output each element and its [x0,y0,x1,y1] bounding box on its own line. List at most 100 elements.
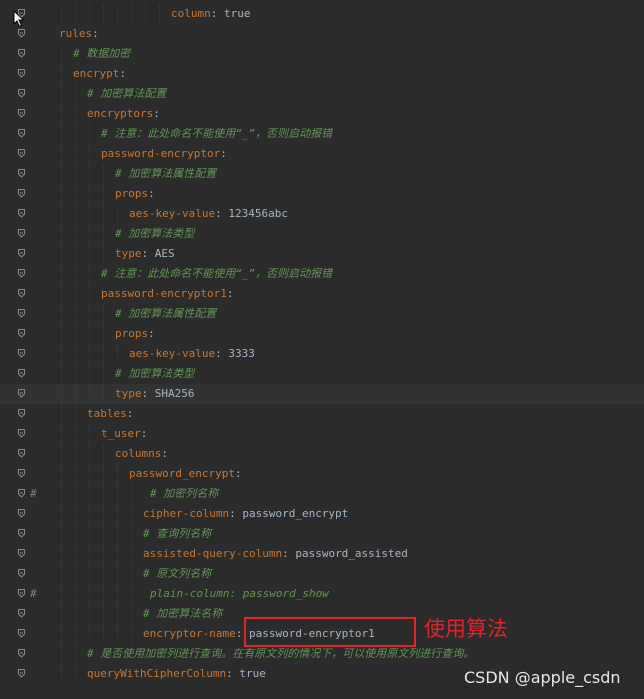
fold-marker-icon[interactable] [18,649,25,658]
code-line[interactable]: assisted-query-column: password_assisted [0,544,644,564]
yaml-comment: # 加密算法属性配置 [115,304,216,324]
indent-guide [89,364,91,384]
fold-marker-icon[interactable] [18,669,25,678]
fold-marker-icon[interactable] [18,169,25,178]
indent-guide [89,504,91,524]
code-line[interactable]: t_user: [0,424,644,444]
code-line[interactable]: props: [0,184,644,204]
indent-guide [75,124,77,144]
indent-guide [103,4,105,24]
code-line[interactable]: aes-key-value: 3333 [0,344,644,364]
fold-marker-icon[interactable] [18,109,25,118]
comment-text: # 加密算法属性配置 [115,167,217,180]
indent-guide [75,444,77,464]
fold-marker-icon[interactable] [18,409,25,418]
code-line[interactable]: # 原文列名称 [0,564,644,584]
fold-marker-icon[interactable] [18,549,25,558]
code-line[interactable]: encrypt: [0,64,644,84]
code-line[interactable]: cipher-column: password_encrypt [0,504,644,524]
yaml-comment: # 加密算法配置 [87,84,166,104]
fold-marker-icon[interactable] [18,329,25,338]
fold-marker-icon[interactable] [18,489,25,498]
code-line[interactable]: # 加密算法配置 [0,84,644,104]
code-line[interactable]: password-encryptor: [0,144,644,164]
fold-marker-icon[interactable] [18,289,25,298]
code-line[interactable]: column: true [0,4,644,24]
code-line[interactable]: props: [0,324,644,344]
indent-guide [103,464,105,484]
fold-marker-icon[interactable] [18,509,25,518]
fold-marker-icon[interactable] [18,389,25,398]
code-line[interactable]: tables: [0,404,644,424]
indent-guide [117,564,119,584]
code-line[interactable]: columns: [0,444,644,464]
indent-guide [117,4,119,24]
fold-marker-icon[interactable] [18,369,25,378]
code-line[interactable]: # 加密算法类型 [0,224,644,244]
fold-marker-icon[interactable] [18,189,25,198]
yaml-entry: aes-key-value: 3333 [129,347,255,360]
fold-marker-icon[interactable] [18,429,25,438]
indent-guide [159,4,161,24]
fold-marker-icon[interactable] [18,449,25,458]
fold-marker-icon[interactable] [18,129,25,138]
yaml-comment: plain-column: password_show [150,584,329,604]
fold-marker-icon[interactable] [18,29,25,38]
yaml-comment: # 加密列名称 [150,484,218,504]
fold-marker-icon[interactable] [18,349,25,358]
code-line[interactable]: # 查询列名称 [0,524,644,544]
code-line[interactable]: # 是否使用加密列进行查询。在有原文列的情况下，可以使用原文列进行查询。 [0,644,644,664]
fold-marker-icon[interactable] [18,269,25,278]
code-line[interactable]: type: SHA256 [0,384,644,404]
fold-marker-icon[interactable] [18,309,25,318]
code-line[interactable]: # 加密算法属性配置 [0,304,644,324]
code-line[interactable]: # 加密算法属性配置 [0,164,644,184]
fold-marker-icon[interactable] [18,49,25,58]
fold-marker-icon[interactable] [18,229,25,238]
indent-guide [61,624,63,644]
fold-marker-icon[interactable] [18,89,25,98]
fold-marker-icon[interactable] [18,249,25,258]
indent-guide [89,304,91,324]
indent-guide [103,344,105,364]
code-line[interactable]: # # 加密列名称 [0,484,644,504]
indent-guide [103,164,105,184]
yaml-key: assisted-query-column [143,547,283,560]
indent-guide [117,624,119,644]
yaml-entry: tables: [87,407,134,420]
fold-marker-icon[interactable] [18,609,25,618]
code-line[interactable]: encryptors: [0,104,644,124]
fold-marker-icon[interactable] [18,589,25,598]
fold-marker-icon[interactable] [18,629,25,638]
yaml-key: aes-key-value [129,347,216,360]
indent-guide [61,104,63,124]
yaml-comment: # 加密算法类型 [115,364,194,384]
yaml-entry: password-encryptor1: [101,287,234,300]
indent-guide [75,464,77,484]
code-line[interactable]: # 数据加密 [0,44,644,64]
code-line[interactable]: aes-key-value: 123456abc [0,204,644,224]
indent-guide [75,644,77,664]
code-line[interactable]: type: AES [0,244,644,264]
fold-marker-icon[interactable] [18,529,25,538]
code-line[interactable]: # plain-column: password_show [0,584,644,604]
fold-marker-icon[interactable] [18,209,25,218]
code-line[interactable]: password_encrypt: [0,464,644,484]
yaml-entry: password-encryptor: [101,147,227,160]
indent-guide [75,584,77,604]
code-line[interactable]: rules: [0,24,644,44]
indent-guide [103,524,105,544]
fold-marker-icon[interactable] [18,469,25,478]
fold-marker-icon[interactable] [18,69,25,78]
indent-guide [89,344,91,364]
yaml-key: columns [115,447,162,460]
indent-guide [75,424,77,444]
code-line[interactable]: # 加密算法类型 [0,364,644,384]
code-line[interactable]: # 注意：此处命名不能使用“_”，否则启动报错 [0,264,644,284]
fold-marker-icon[interactable] [18,149,25,158]
indent-guide [75,184,77,204]
code-line[interactable]: password-encryptor1: [0,284,644,304]
code-line[interactable]: # 注意：此处命名不能使用“_”，否则启动报错 [0,124,644,144]
yaml-key: password-encryptor1 [101,287,227,300]
fold-marker-icon[interactable] [18,569,25,578]
